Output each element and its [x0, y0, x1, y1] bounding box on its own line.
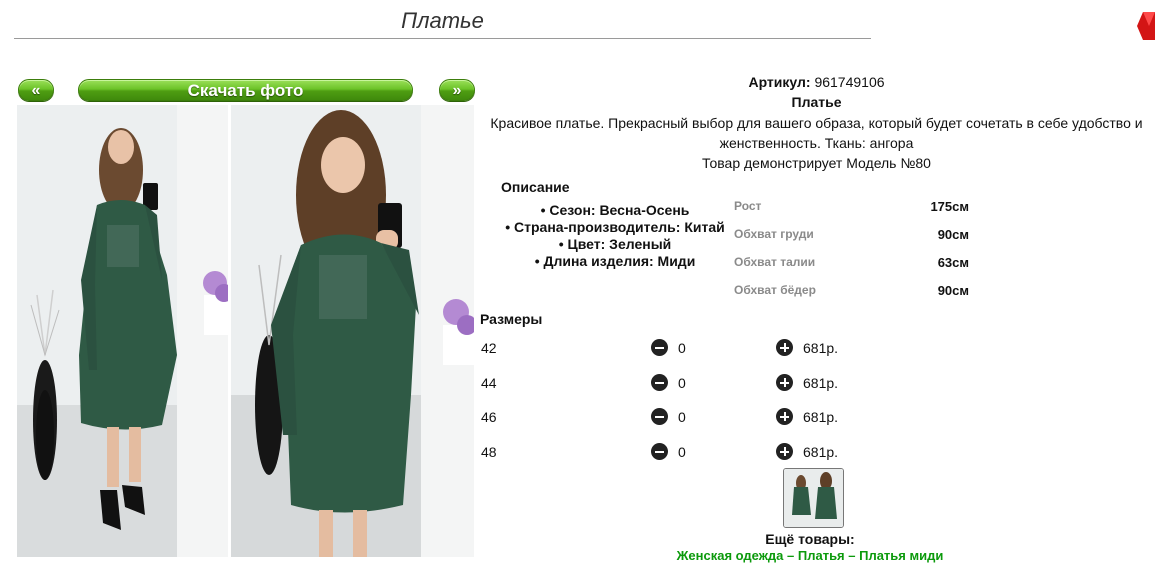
minus-icon[interactable]: [651, 443, 668, 460]
feature-season: • Сезон: Весна-Осень: [540, 202, 690, 218]
price-42: 681р.: [803, 340, 839, 356]
next-photo-button[interactable]: »: [439, 79, 475, 101]
article-label: Артикул:: [748, 74, 811, 90]
title-divider: [14, 38, 871, 39]
feature-color: • Цвет: Зеленый: [558, 236, 672, 252]
size-label-44: 44: [481, 375, 497, 391]
article-value: 961749106: [814, 74, 885, 90]
feature-length: • Длина изделия: Миди: [534, 253, 696, 269]
product-photo-1[interactable]: [17, 105, 228, 557]
plus-icon[interactable]: [776, 443, 793, 460]
plus-icon[interactable]: [776, 408, 793, 425]
download-photo-button[interactable]: Скачать фото: [78, 79, 413, 101]
price-46: 681р.: [803, 409, 839, 425]
category-links[interactable]: Женская одежда – Платья – Платья миди: [640, 548, 980, 563]
page-title: Платье: [401, 8, 484, 33]
measure-label-height: Рост: [734, 199, 762, 213]
model-note: Товар демонстрирует Модель №80: [702, 155, 931, 171]
measure-value-height: 175см: [930, 199, 969, 214]
close-icon[interactable]: [1137, 10, 1155, 42]
prev-photo-button[interactable]: «: [18, 79, 54, 101]
sizes-heading: Размеры: [480, 311, 543, 327]
product-name: Платье: [791, 94, 842, 110]
product-photo-2[interactable]: [231, 105, 474, 557]
size-label-48: 48: [481, 444, 497, 460]
price-44: 681р.: [803, 375, 839, 391]
measure-label-hips: Обхват бёдер: [734, 283, 816, 297]
more-products-heading: Ещё товары:: [765, 531, 855, 547]
qty-value-48: 0: [678, 444, 686, 460]
feature-country: • Страна-производитель: Китай: [505, 219, 725, 235]
size-label-46: 46: [481, 409, 497, 425]
qty-value-44: 0: [678, 375, 686, 391]
size-label-42: 42: [481, 340, 497, 356]
measure-value-waist: 63см: [937, 255, 969, 270]
minus-icon[interactable]: [651, 374, 668, 391]
qty-value-46: 0: [678, 409, 686, 425]
product-description: Красивое платье. Прекрасный выбор для ва…: [490, 115, 1143, 151]
article-line: Артикул: 961749106: [478, 74, 1155, 90]
qty-value-42: 0: [678, 340, 686, 356]
measure-value-hips: 90см: [937, 283, 969, 298]
minus-icon[interactable]: [651, 339, 668, 356]
color-thumbnail[interactable]: [783, 468, 844, 528]
description-heading: Описание: [501, 179, 570, 195]
plus-icon[interactable]: [776, 374, 793, 391]
minus-icon[interactable]: [651, 408, 668, 425]
plus-icon[interactable]: [776, 339, 793, 356]
measure-label-bust: Обхват груди: [734, 227, 814, 241]
measure-value-bust: 90см: [937, 227, 969, 242]
price-48: 681р.: [803, 444, 839, 460]
measure-label-waist: Обхват талии: [734, 255, 816, 269]
